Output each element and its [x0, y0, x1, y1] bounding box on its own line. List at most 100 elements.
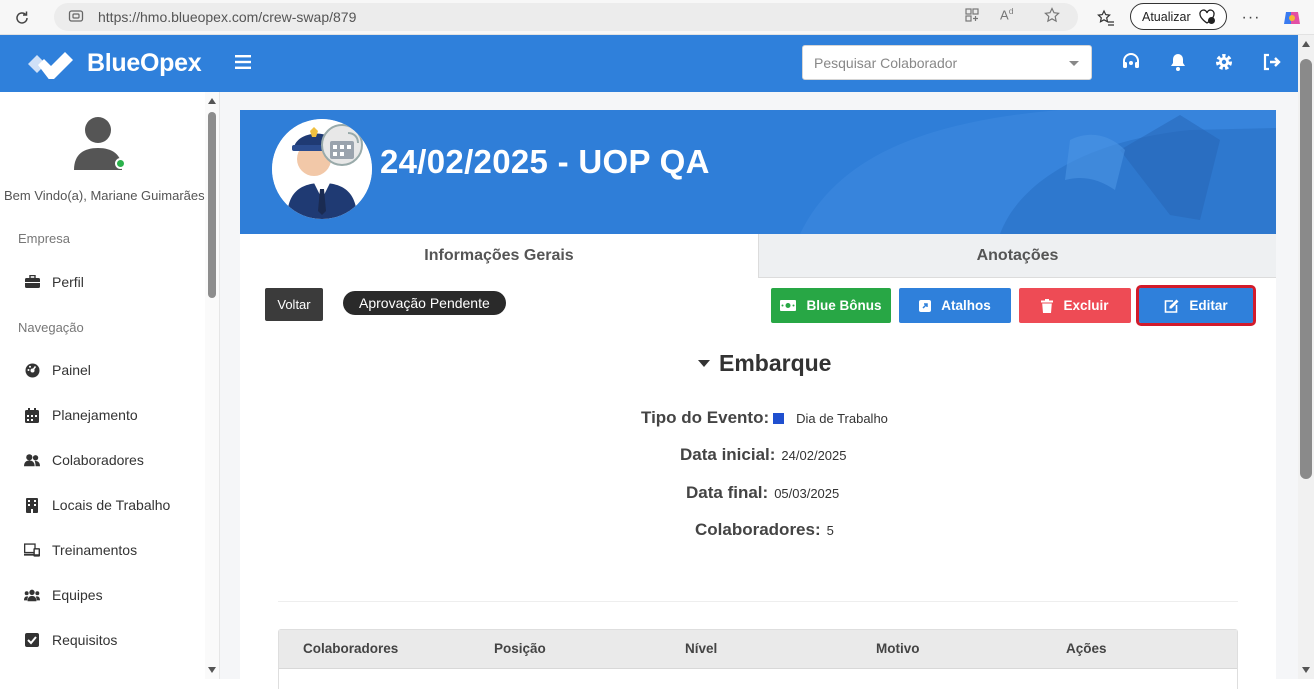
sidebar-item-perfil[interactable]: Perfil [24, 271, 84, 293]
logo-mark-icon [28, 52, 73, 79]
shortcuts-button[interactable]: Atalhos [899, 288, 1011, 323]
sidebar-item-requisitos[interactable]: Requisitos [24, 629, 117, 651]
notifications-bell-icon[interactable] [1167, 51, 1189, 73]
crew-table: Colaboradores Posição Nível Motivo Ações [278, 629, 1238, 689]
money-bill-icon [780, 300, 797, 311]
sidebar-item-painel[interactable]: Painel [24, 359, 91, 381]
page-scroll-thumb[interactable] [1300, 59, 1312, 479]
sidebar-item-equipes[interactable]: Equipes [24, 584, 103, 606]
tab-anotacoes[interactable]: Anotações [758, 234, 1276, 278]
end-date-value: 05/03/2025 [774, 486, 840, 501]
end-date-row: Data final: 05/03/2025 [686, 483, 839, 503]
favorites-icon[interactable] [1096, 8, 1116, 28]
status-badge: Aprovação Pendente [343, 291, 506, 315]
section-divider [278, 601, 1238, 602]
sidebar-scroll-thumb[interactable] [208, 112, 216, 298]
scroll-up-arrow-icon[interactable] [208, 98, 216, 104]
start-date-row: Data inicial: 24/02/2025 [680, 445, 847, 465]
blue-bonus-label: Blue Bônus [806, 298, 882, 313]
sidebar-item-colaboradores[interactable]: Colaboradores [24, 449, 144, 471]
sidebar-scrollbar[interactable] [205, 92, 219, 679]
sidebar: Bem Vindo(a), Mariane Guimarães Empresa … [0, 92, 220, 679]
crew-avatar [272, 119, 372, 219]
crew-swap-card: 24/02/2025 - UOP QA Informações Gerais A… [240, 110, 1276, 690]
read-aloud-icon[interactable]: Aⅾ [1000, 7, 1014, 22]
sidebar-item-label: Requisitos [52, 632, 118, 648]
update-browser-button[interactable]: Atualizar [1130, 3, 1227, 30]
delete-button[interactable]: Excluir [1019, 288, 1131, 323]
column-header-posicao[interactable]: Posição [494, 641, 546, 656]
column-header-motivo[interactable]: Motivo [876, 641, 920, 656]
embarque-section-toggle[interactable]: Embarque [698, 350, 831, 377]
sidebar-item-planejamento[interactable]: Planejamento [24, 404, 138, 426]
page-banner: 24/02/2025 - UOP QA [240, 110, 1276, 234]
welcome-text: Bem Vindo(a), Mariane Guimarães [4, 188, 205, 203]
event-type-row: Tipo do Evento: Dia de Trabalho [641, 408, 888, 428]
page-scrollbar[interactable] [1298, 35, 1314, 679]
sidebar-item-locais-de-trabalho[interactable]: Locais de Trabalho [24, 494, 170, 516]
users-icon [24, 452, 40, 468]
site-info-icon[interactable] [68, 8, 84, 27]
edit-label: Editar [1189, 298, 1228, 313]
brand-logo[interactable]: BlueOpex [26, 47, 202, 79]
tab-bar: Informações Gerais Anotações [240, 234, 1276, 278]
search-placeholder: Pesquisar Colaborador [814, 54, 958, 71]
settings-gear-icon[interactable] [1213, 51, 1235, 73]
column-header-nivel[interactable]: Nível [685, 641, 717, 656]
more-menu-icon[interactable]: ··· [1241, 8, 1261, 28]
edit-button[interactable]: Editar [1136, 285, 1256, 326]
blue-bonus-button[interactable]: Blue Bônus [771, 288, 891, 323]
app-available-icon[interactable] [964, 7, 980, 27]
building-icon [24, 497, 40, 513]
sidebar-section-navigation: Navegação [18, 320, 84, 335]
event-type-value: Dia de Trabalho [796, 411, 888, 426]
back-button[interactable]: Voltar [265, 288, 323, 321]
table-header: Colaboradores Posição Nível Motivo Ações [279, 630, 1237, 669]
delete-label: Excluir [1063, 298, 1109, 313]
main-content: 24/02/2025 - UOP QA Informações Gerais A… [220, 92, 1298, 690]
sidebar-item-label: Perfil [52, 274, 84, 290]
trash-icon [1041, 298, 1054, 313]
browser-toolbar: https://hmo.blueopex.com/crew-swap/879 A… [0, 0, 1314, 35]
update-label: Atualizar [1142, 9, 1191, 24]
event-type-label: Tipo do Evento: [641, 408, 770, 427]
sidebar-item-treinamentos[interactable]: Treinamentos [24, 539, 137, 561]
edit-pencil-icon [1164, 299, 1179, 313]
start-date-label: Data inicial: [680, 445, 776, 464]
training-icon [24, 542, 40, 558]
sidebar-item-label: Equipes [52, 587, 103, 603]
menu-toggle-icon[interactable] [235, 52, 251, 75]
event-color-swatch [773, 413, 785, 424]
dashboard-icon [24, 362, 40, 378]
favorite-star-icon[interactable] [1044, 7, 1060, 27]
scroll-up-arrow-icon[interactable] [1302, 41, 1310, 47]
sidebar-item-label: Locais de Trabalho [52, 497, 171, 513]
sidebar-item-label: Treinamentos [52, 542, 138, 558]
column-header-colaboradores[interactable]: Colaboradores [303, 641, 398, 656]
reload-icon[interactable] [12, 8, 32, 28]
crew-count-label: Colaboradores: [695, 520, 821, 539]
captain-avatar-icon [272, 119, 372, 219]
scroll-down-arrow-icon[interactable] [1302, 667, 1310, 673]
column-header-acoes: Ações [1066, 641, 1107, 656]
scroll-down-arrow-icon[interactable] [208, 667, 216, 673]
sidebar-item-label: Planejamento [52, 407, 138, 423]
caret-down-icon [698, 360, 710, 367]
sidebar-section-company: Empresa [18, 231, 71, 246]
heart-icon [1198, 9, 1216, 28]
search-collaborator-select[interactable]: Pesquisar Colaborador [802, 45, 1092, 80]
brand-name: BlueOpex [87, 48, 202, 77]
team-icon [24, 587, 40, 603]
page-title: 24/02/2025 - UOP QA [380, 143, 710, 180]
external-link-icon [919, 299, 932, 312]
copilot-icon[interactable] [1282, 8, 1302, 28]
start-date-value: 24/02/2025 [781, 448, 847, 463]
support-headset-icon[interactable] [1120, 51, 1142, 73]
logout-icon[interactable] [1261, 51, 1283, 73]
crew-count-value: 5 [826, 523, 834, 538]
tab-informacoes-gerais[interactable]: Informações Gerais [240, 234, 758, 278]
url-text: https://hmo.blueopex.com/crew-swap/879 [98, 9, 357, 25]
address-bar[interactable]: https://hmo.blueopex.com/crew-swap/879 A… [54, 3, 1078, 31]
section-title: Embarque [719, 350, 832, 376]
online-status-dot [115, 158, 126, 169]
